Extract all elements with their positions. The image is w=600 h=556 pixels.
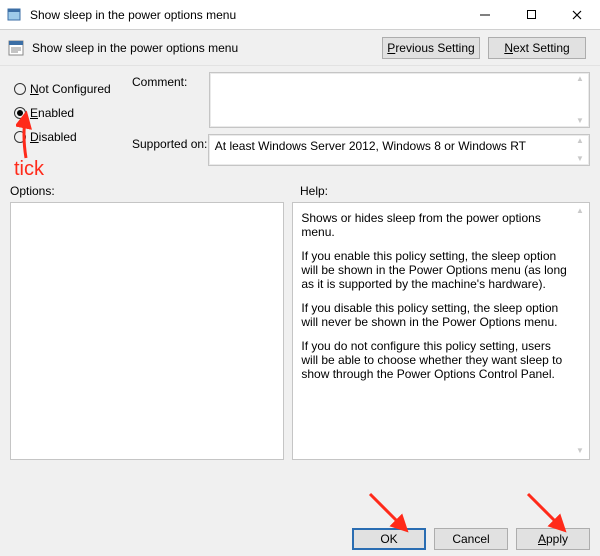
scrollbar[interactable]: ▲▼ <box>573 207 587 455</box>
form-area: Not Configured Enabled Disabled Comment:… <box>0 66 600 172</box>
app-icon <box>6 7 22 23</box>
help-paragraph: If you disable this policy setting, the … <box>301 301 569 329</box>
dialog-buttons: OK Cancel Apply <box>352 528 590 550</box>
help-panel: Shows or hides sleep from the power opti… <box>292 202 590 460</box>
help-paragraph: If you do not configure this policy sett… <box>301 339 569 381</box>
cancel-button[interactable]: Cancel <box>434 528 508 550</box>
apply-button[interactable]: Apply <box>516 528 590 550</box>
next-setting-button[interactable]: Next Setting <box>488 37 586 59</box>
radio-not-configured[interactable]: Not Configured <box>14 78 132 100</box>
maximize-button[interactable] <box>508 0 554 30</box>
options-label: Options: <box>10 184 300 198</box>
options-panel <box>10 202 284 460</box>
help-paragraph: Shows or hides sleep from the power opti… <box>301 211 569 239</box>
section-labels: Options: Help: <box>0 184 600 198</box>
comment-label: Comment: <box>132 72 209 128</box>
radio-icon <box>14 107 26 119</box>
window-title: Show sleep in the power options menu <box>30 8 462 22</box>
scrollbar[interactable]: ▲▼ <box>573 75 587 125</box>
help-paragraph: If you enable this policy setting, the s… <box>301 249 569 291</box>
minimize-button[interactable] <box>462 0 508 30</box>
help-label: Help: <box>300 184 590 198</box>
title-bar: Show sleep in the power options menu <box>0 0 600 30</box>
supported-on-field: At least Windows Server 2012, Windows 8 … <box>208 134 590 166</box>
radio-icon <box>14 83 26 95</box>
previous-setting-button[interactable]: Previous Setting <box>382 37 480 59</box>
doc-icon <box>8 40 24 56</box>
supported-on-label: Supported on: <box>132 134 208 166</box>
comment-field[interactable]: ▲▼ <box>209 72 590 128</box>
supported-on-value: At least Windows Server 2012, Windows 8 … <box>215 139 526 153</box>
close-button[interactable] <box>554 0 600 30</box>
radio-icon <box>14 131 26 143</box>
policy-title: Show sleep in the power options menu <box>32 41 382 55</box>
radio-disabled[interactable]: Disabled <box>14 126 132 148</box>
header-row: Show sleep in the power options menu Pre… <box>0 30 600 66</box>
scrollbar[interactable]: ▲▼ <box>573 137 587 163</box>
panels: Shows or hides sleep from the power opti… <box>0 198 600 460</box>
radio-enabled[interactable]: Enabled <box>14 102 132 124</box>
ok-button[interactable]: OK <box>352 528 426 550</box>
state-radio-group: Not Configured Enabled Disabled <box>14 72 132 172</box>
